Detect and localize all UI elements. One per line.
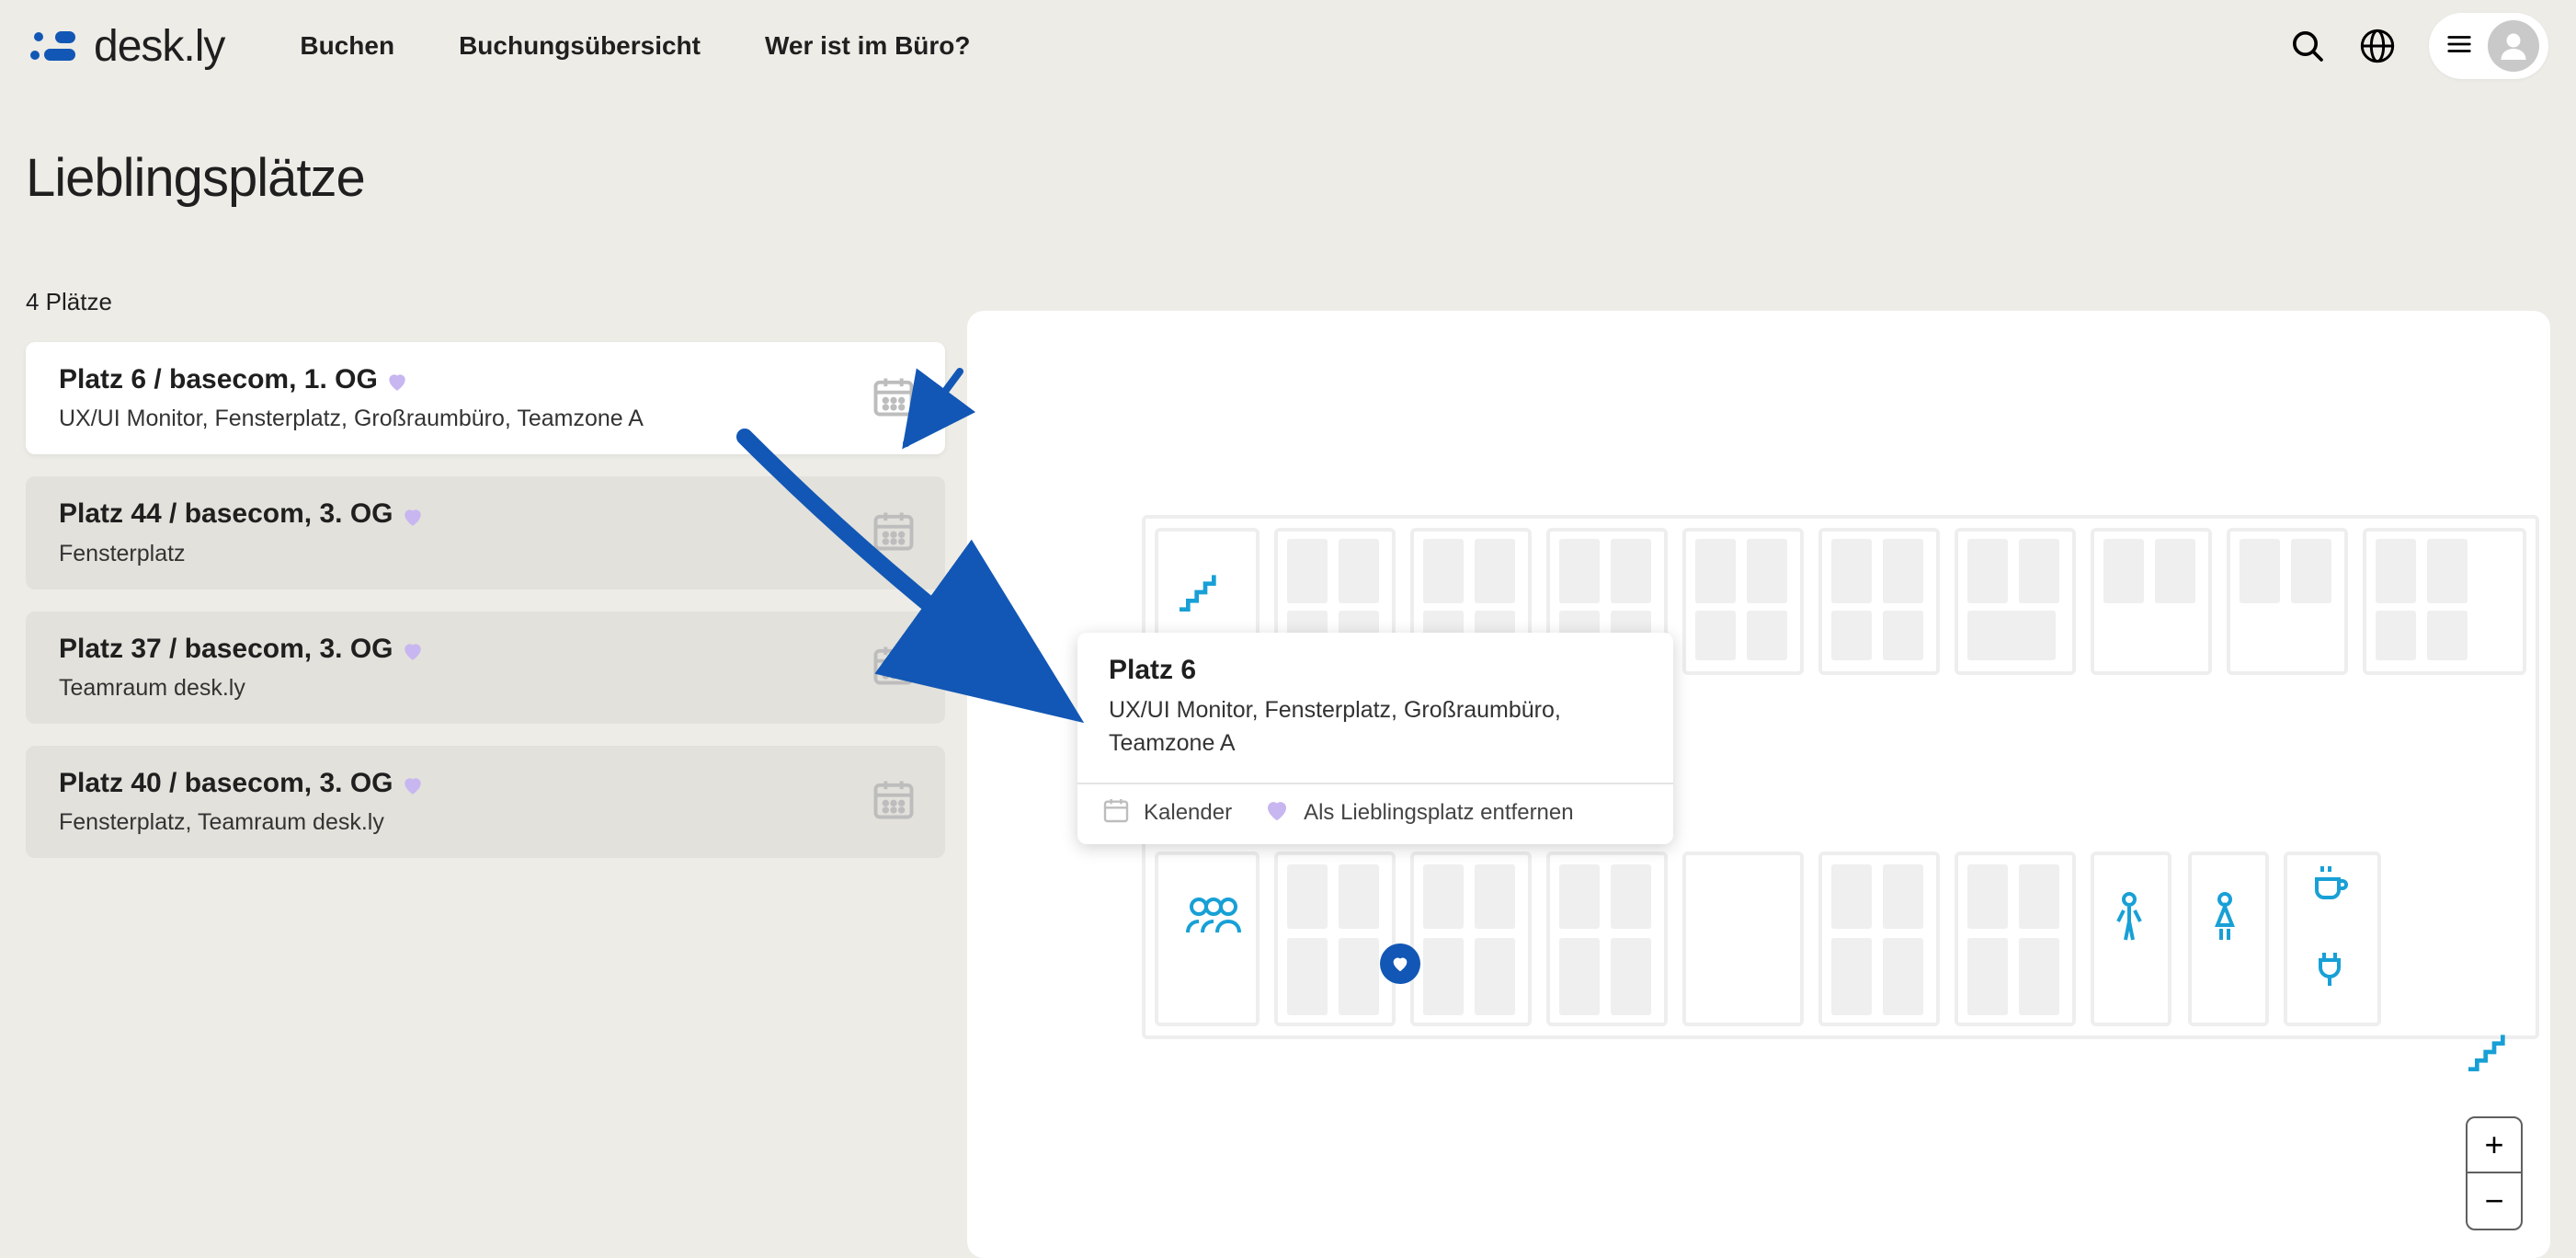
place-title: Platz 40 / basecom, 3. OG: [59, 768, 393, 798]
avatar: [2488, 20, 2539, 72]
brand-logo-mark-icon: [28, 28, 90, 64]
place-card[interactable]: Platz 40 / basecom, 3. OG Fensterplatz, …: [26, 746, 945, 858]
nav-links: Buchen Buchungsübersicht Wer ist im Büro…: [300, 31, 970, 61]
annotation-arrow-icon: [890, 362, 982, 463]
restroom-male-icon: [2114, 892, 2144, 948]
place-title: Platz 44 / basecom, 3. OG: [59, 498, 393, 529]
heart-icon: [401, 639, 425, 668]
place-title: Platz 37 / basecom, 3. OG: [59, 634, 393, 664]
stairs-icon: [1173, 566, 1225, 623]
coffee-icon: [2308, 861, 2352, 909]
nav-link-who[interactable]: Wer ist im Büro?: [765, 31, 971, 61]
stairs-icon: [2462, 1026, 2513, 1082]
favorite-marker[interactable]: [1380, 944, 1420, 984]
zoom-out-button[interactable]: −: [2468, 1173, 2521, 1229]
popover-unfavorite-label: Als Lieblingsplatz entfernen: [1304, 800, 1574, 826]
desk-popover: Platz 6 UX/UI Monitor, Fensterplatz, Gro…: [1077, 633, 1673, 844]
power-plug-icon: [2308, 947, 2352, 996]
nav-link-buchen[interactable]: Buchen: [300, 31, 394, 61]
page-body: Lieblingsplätze 4 Plätze Platz 6 / basec…: [0, 92, 2576, 1258]
restroom-female-icon: [2210, 892, 2240, 948]
calendar-icon[interactable]: [870, 775, 918, 828]
page-title: Lieblingsplätze: [26, 147, 945, 209]
language-globe-icon[interactable]: [2359, 28, 2396, 64]
places-count: 4 Plätze: [26, 288, 945, 316]
heart-icon: [401, 773, 425, 802]
nav-link-overview[interactable]: Buchungsübersicht: [459, 31, 701, 61]
floorplan-panel[interactable]: Platz 6 UX/UI Monitor, Fensterplatz, Gro…: [967, 311, 2550, 1258]
nav-right: [2289, 13, 2548, 79]
popover-calendar-action[interactable]: Kalender: [1101, 795, 1232, 831]
zoom-in-button[interactable]: +: [2468, 1118, 2521, 1173]
brand-logo[interactable]: desk.ly: [28, 21, 224, 72]
search-icon[interactable]: [2289, 28, 2326, 64]
place-subtitle: Fensterplatz, Teamraum desk.ly: [59, 809, 851, 836]
heart-icon: [385, 370, 409, 398]
meeting-room-icon: [1180, 892, 1247, 941]
zoom-controls: + −: [2466, 1116, 2523, 1230]
calendar-icon: [1101, 795, 1131, 831]
hamburger-icon: [2445, 30, 2473, 63]
heart-icon: [401, 505, 425, 533]
heart-icon: [1263, 796, 1291, 830]
popover-unfavorite-action[interactable]: Als Lieblingsplatz entfernen: [1263, 796, 1574, 830]
account-menu[interactable]: [2429, 13, 2548, 79]
popover-calendar-label: Kalender: [1144, 800, 1232, 826]
brand-name: desk.ly: [94, 21, 224, 72]
annotation-arrow-icon: [726, 418, 1112, 749]
navbar: desk.ly Buchen Buchungsübersicht Wer ist…: [0, 0, 2576, 92]
popover-title: Platz 6: [1109, 655, 1642, 686]
place-title: Platz 6 / basecom, 1. OG: [59, 364, 378, 395]
popover-subtitle: UX/UI Monitor, Fensterplatz, Großraumbür…: [1109, 693, 1642, 761]
